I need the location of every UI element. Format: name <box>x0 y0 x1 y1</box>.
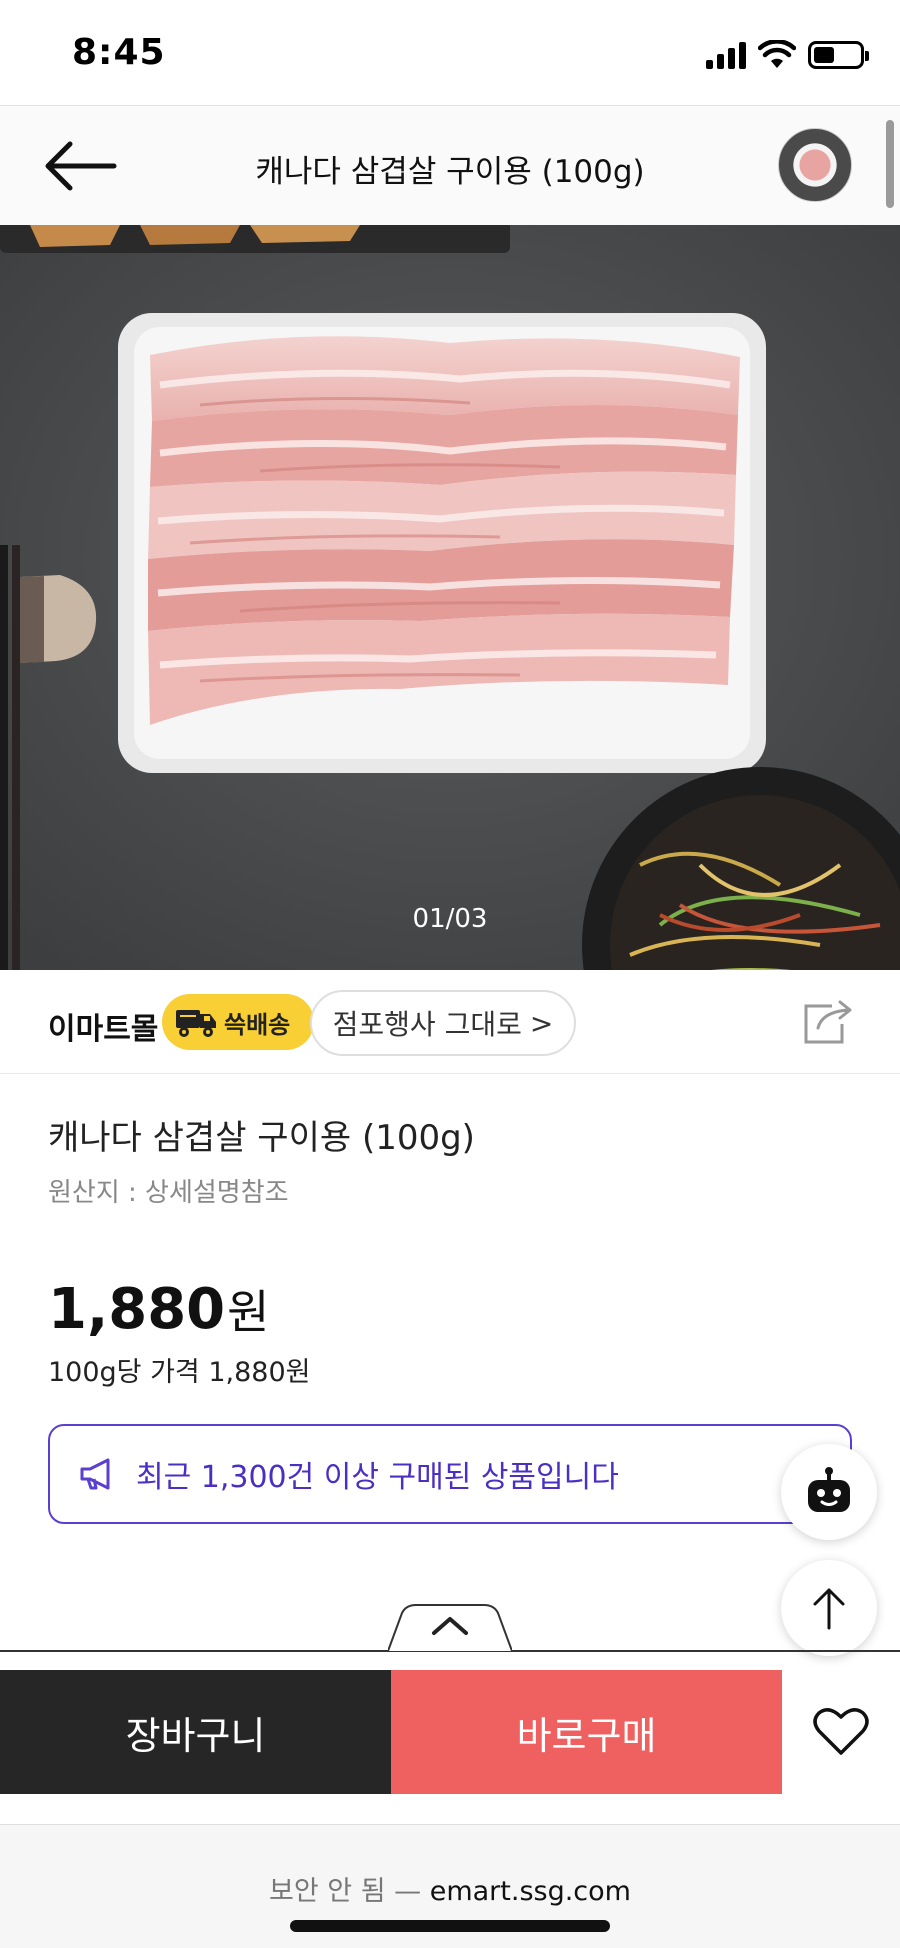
battery-icon <box>808 41 869 69</box>
back-button[interactable] <box>40 138 120 194</box>
product-image-gallery[interactable]: 01/03 <box>0 225 900 970</box>
chatbot-button[interactable] <box>781 1444 877 1540</box>
product-origin: 원산지 : 상세설명참조 <box>48 1178 289 1208</box>
store-row: 이마트몰 쓱배송 점포행사 그대로 > <box>0 970 900 1074</box>
store-event-label: 점포행사 그대로 <box>332 1008 522 1041</box>
store-name[interactable]: 이마트몰 <box>48 1004 158 1048</box>
product-thumbnail[interactable] <box>778 128 852 202</box>
status-time: 8:45 <box>72 32 166 73</box>
price-currency: 원 <box>227 1285 270 1339</box>
delivery-label: 쓱배송 <box>224 1010 291 1039</box>
price-row: 1,880 원 <box>48 1276 269 1342</box>
heart-icon <box>813 1708 869 1755</box>
chevron-right-icon: > <box>529 1006 554 1040</box>
arrow-up-icon <box>813 1588 845 1630</box>
wishlist-button[interactable] <box>782 1670 900 1794</box>
delivery-badge: 쓱배송 <box>162 994 314 1050</box>
robot-icon <box>808 1467 850 1512</box>
url-display[interactable]: 보안 안 됨 — emart.ssg.com <box>0 1869 900 1908</box>
battery-level <box>814 47 834 63</box>
status-icons <box>706 38 869 72</box>
status-bar: 8:45 <box>0 0 900 105</box>
price-value: 1,880 <box>48 1277 226 1342</box>
product-header: 캐나다 삼겹살 구이용 (100g) <box>0 105 900 225</box>
add-to-cart-button[interactable]: 장바구니 <box>0 1670 391 1794</box>
truck-icon <box>176 1010 216 1037</box>
url-domain: emart.ssg.com <box>429 1876 631 1907</box>
insecure-label: 보안 안 됨 — <box>269 1876 422 1907</box>
chevron-up-icon <box>387 1604 513 1652</box>
purchase-notice: 최근 1,300건 이상 구매된 상품입니다 <box>48 1424 852 1524</box>
megaphone-icon <box>80 1458 110 1490</box>
header-title: 캐나다 삼겹살 구이용 (100g) <box>255 154 645 190</box>
image-counter: 01/03 <box>412 904 488 934</box>
share-icon <box>804 1000 852 1044</box>
signal-icon <box>706 41 746 69</box>
browser-address-bar: 보안 안 됨 — emart.ssg.com <box>0 1824 900 1948</box>
bottom-action-bar: 장바구니 바로구매 <box>0 1670 900 1794</box>
unit-price: 100g당 가격 1,880원 <box>48 1357 311 1388</box>
store-event-button[interactable]: 점포행사 그대로 > <box>310 990 576 1056</box>
product-title: 캐나다 삼겹살 구이용 (100g) <box>48 1118 475 1158</box>
share-button[interactable] <box>802 998 854 1046</box>
notice-text: 최근 1,300건 이상 구매된 상품입니다 <box>136 1460 619 1495</box>
buy-now-button[interactable]: 바로구매 <box>391 1670 782 1794</box>
product-photo <box>0 225 900 970</box>
arrow-left-icon <box>45 141 117 191</box>
expand-options-tab[interactable] <box>387 1603 513 1653</box>
scroll-top-button[interactable] <box>781 1560 877 1656</box>
home-indicator[interactable] <box>290 1920 610 1932</box>
scrollbar-thumb[interactable] <box>886 120 894 208</box>
wifi-icon <box>758 40 796 68</box>
